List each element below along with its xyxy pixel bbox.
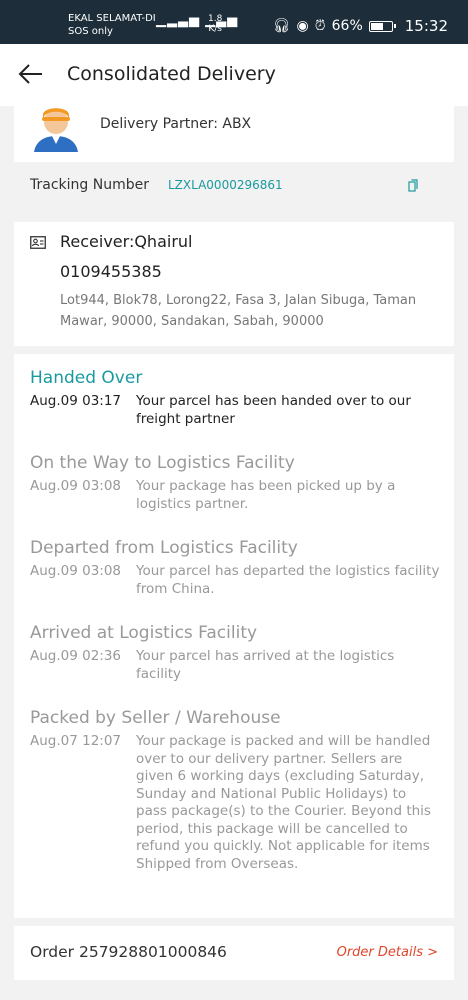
eye-icon: ◉ [296, 18, 309, 34]
page-title: Consolidated Delivery [67, 63, 276, 85]
courier-avatar-icon [34, 108, 78, 152]
back-button[interactable] [16, 60, 44, 88]
event-description: Your package is packed and will be handl… [136, 733, 431, 872]
battery-level [370, 22, 384, 30]
copy-icon[interactable] [408, 178, 418, 192]
alarm-icon: ⏰︎ [314, 18, 326, 34]
event-detail: Aug.09 02:36 Your parcel has arrived at … [30, 648, 440, 683]
timeline-event: Departed from Logistics Facility Aug.09 … [30, 538, 440, 598]
timeline-event: Arrived at Logistics Facility Aug.09 02:… [30, 623, 440, 683]
tracking-number[interactable]: LZXLA0000296861 [168, 178, 283, 192]
status-bar: EKAL SELAMAT-DI SOS only ▁▂▃▅ ▁▃▅ 1.8 K/… [0, 0, 468, 44]
receiver-card: Receiver:Qhairul 0109455385 Lot944, Blok… [14, 222, 454, 346]
timeline-event: On the Way to Logistics Facility Aug.09 … [30, 453, 440, 513]
event-status: On the Way to Logistics Facility [30, 453, 295, 473]
tracking-row: Tracking Number LZXLA0000296861 [14, 164, 454, 208]
carrier-status: SOS only [68, 26, 113, 37]
carrier-name: EKAL SELAMAT-DI [68, 13, 156, 24]
receiver-phone: 0109455385 [60, 262, 162, 281]
event-time: Aug.07 12:07 [30, 733, 122, 749]
contact-card-icon [30, 234, 46, 249]
signal-icon: ▁▂▃▅ ▁▃▅ [156, 13, 239, 28]
event-time: Aug.09 03:08 [30, 478, 122, 494]
event-status: Departed from Logistics Facility [30, 538, 298, 558]
event-time: Aug.09 03:08 [30, 563, 122, 579]
event-status: Packed by Seller / Warehouse [30, 708, 281, 728]
network-speed: 1.8 K/s [208, 14, 222, 34]
order-number: Order 257928801000846 [30, 943, 227, 961]
carrier-info: EKAL SELAMAT-DI SOS only [68, 12, 156, 38]
tracking-label: Tracking Number [30, 177, 149, 193]
event-detail: Aug.09 03:08 Your parcel has departed th… [30, 563, 440, 598]
event-status: Arrived at Logistics Facility [30, 623, 258, 643]
network-speed-value: 1.8 [208, 14, 223, 24]
status-right: 🎧︎ ◉ ⏰︎ 66% 15:32 [273, 17, 448, 35]
courier-avatar [30, 100, 82, 152]
battery-icon [368, 20, 396, 32]
order-details-link[interactable]: Order Details > [337, 945, 438, 960]
order-card: Order 257928801000846 Order Details > [14, 926, 454, 980]
event-detail: Aug.09 03:17 Your parcel has been handed… [30, 393, 440, 428]
tracking-timeline: Handed Over Aug.09 03:17 Your parcel has… [14, 354, 454, 918]
network-speed-unit: K/s [208, 24, 222, 34]
event-description: Your package has been picked up by a log… [136, 478, 396, 512]
delivery-partner-card: Delivery Partner: ABX [14, 106, 454, 162]
event-description: Your parcel has departed the logistics f… [136, 563, 440, 597]
delivery-partner: Delivery Partner: ABX [100, 116, 252, 132]
event-time: Aug.09 02:36 [30, 648, 122, 664]
app-header: Consolidated Delivery [0, 44, 468, 106]
event-detail: Aug.07 12:07 Your package is packed and … [30, 733, 440, 873]
event-detail: Aug.09 03:08 Your package has been picke… [30, 478, 440, 513]
event-time: Aug.09 03:17 [30, 393, 122, 409]
event-description: Your parcel has arrived at the logistics… [136, 648, 395, 682]
event-status: Handed Over [30, 368, 143, 388]
receiver-address: Lot944, Blok78, Lorong22, Fasa 3, Jalan … [60, 293, 417, 329]
headset-icon: 🎧︎ [272, 18, 291, 34]
battery-percent: 66% [331, 18, 363, 34]
receiver-name: Receiver:Qhairul [60, 232, 193, 251]
timeline-event: Handed Over Aug.09 03:17 Your parcel has… [30, 368, 440, 428]
arrow-left-icon [18, 64, 42, 84]
clock: 15:32 [404, 17, 448, 35]
event-description: Your parcel has been handed over to our … [136, 393, 411, 427]
timeline-event: Packed by Seller / Warehouse Aug.07 12:0… [30, 708, 440, 873]
